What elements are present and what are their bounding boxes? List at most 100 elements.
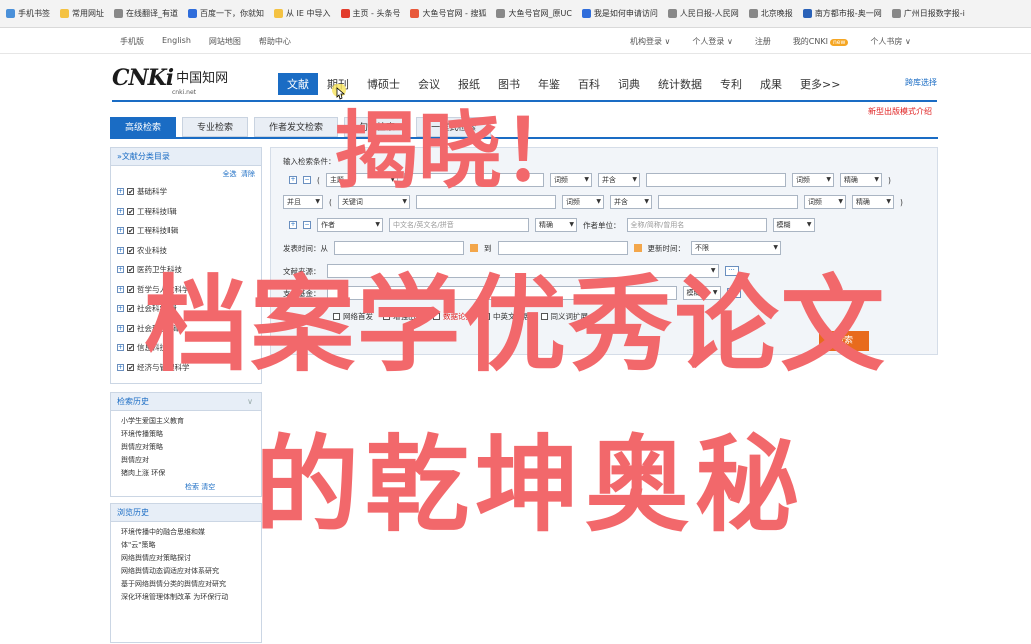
search-tab[interactable]: 专业检索 — [182, 117, 249, 137]
add-author-icon[interactable]: + — [289, 221, 297, 229]
history-actions[interactable]: 检索 清空 — [111, 480, 261, 496]
classification-item[interactable]: + ✔ 信息科技 — [111, 338, 261, 358]
org-input[interactable]: 全称/简称/曾用名 — [626, 218, 767, 232]
classification-item[interactable]: + ✔ 哲学与人文科学 — [111, 280, 261, 300]
date-from-input[interactable] — [334, 241, 464, 255]
checkbox[interactable] — [433, 312, 440, 320]
classification-item[interactable]: + ✔ 工程科技Ⅰ辑 — [111, 202, 261, 222]
op-select-1[interactable]: 并含 — [597, 173, 640, 187]
exact-select-2[interactable]: 精确 — [851, 195, 894, 209]
expand-icon[interactable]: + — [117, 363, 124, 371]
option-checkbox[interactable]: 数据论文 — [433, 311, 473, 322]
history-item[interactable]: 环境传播策略 — [111, 428, 261, 441]
search-tab[interactable]: 一框式检索 — [416, 117, 492, 137]
topnav-link[interactable]: 机构登录 ∨ — [630, 36, 670, 47]
topnav-link[interactable]: 帮助中心 — [259, 36, 291, 47]
classification-item[interactable]: + ✔ 经济与管理科学 — [111, 358, 261, 378]
checkbox[interactable]: ✔ — [127, 344, 134, 352]
author-exact-select[interactable]: 精确 — [535, 218, 577, 232]
checkbox[interactable]: ✔ — [127, 227, 134, 235]
history-item[interactable]: 小学生爱国主义教育 — [111, 415, 261, 428]
exact-select-1[interactable]: 精确 — [839, 173, 882, 187]
history-item[interactable]: 舆情应对 — [111, 454, 261, 467]
fund-input[interactable] — [326, 286, 677, 300]
option-checkbox[interactable]: 网络首发 — [333, 311, 373, 322]
expand-icon[interactable]: + — [117, 266, 124, 274]
checkbox[interactable]: ✔ — [127, 324, 134, 332]
checkbox[interactable] — [383, 312, 390, 320]
bookmark-item[interactable]: 南方都市报-奥一网 — [802, 8, 882, 19]
expand-icon[interactable]: + — [117, 207, 124, 215]
cross-database-select-link[interactable]: 跨库选择 — [905, 77, 937, 88]
bookmark-item[interactable]: 大鱼号官网 - 搜狐 — [410, 8, 486, 19]
source-input[interactable] — [326, 264, 719, 278]
category-tab[interactable]: 更多>> — [791, 73, 849, 95]
expand-icon[interactable]: + — [117, 188, 124, 196]
checkbox[interactable]: ✔ — [127, 305, 134, 313]
history-item[interactable]: 舆情应对策略 — [111, 441, 261, 454]
topnav-link[interactable]: 个人登录 ∨ — [692, 36, 732, 47]
option-checkbox[interactable]: 中英文扩展 — [483, 311, 531, 322]
checkbox[interactable]: ✔ — [127, 266, 134, 274]
search-tab[interactable]: 高级检索 — [110, 117, 177, 137]
category-tab[interactable]: 词典 — [609, 73, 649, 95]
browse-item[interactable]: 环境传播中的融合思维和媒 — [111, 526, 261, 539]
expand-icon[interactable]: + — [117, 246, 124, 254]
freq-select-1b[interactable]: 词频 — [791, 173, 834, 187]
expand-icon[interactable]: + — [117, 227, 124, 235]
fund-match-select[interactable]: 模糊 — [682, 286, 721, 300]
browse-item[interactable]: 网络舆情应对策略探讨 — [111, 552, 261, 565]
field-select-1[interactable]: 主题 — [325, 173, 398, 187]
remove-author-icon[interactable]: − — [303, 221, 311, 229]
option-checkbox[interactable]: 同义词扩展 — [540, 311, 588, 322]
bookmark-item[interactable]: 我是如何申请访问 — [581, 8, 658, 19]
field-select-2[interactable]: 关键词 — [337, 195, 410, 209]
op-select-2[interactable]: 并含 — [609, 195, 652, 209]
checkbox[interactable]: ✔ — [127, 207, 134, 215]
option-checkbox[interactable]: 增强出版 — [383, 311, 423, 322]
keyword-input-2[interactable] — [415, 195, 556, 209]
search-tab[interactable]: 句子检索 — [344, 117, 411, 137]
browse-item[interactable]: 体"云"策略 — [111, 539, 261, 552]
freq-select-2b[interactable]: 词频 — [803, 195, 846, 209]
bookmark-item[interactable]: 大鱼号官网_原UC — [496, 8, 572, 19]
expand-icon[interactable]: + — [117, 324, 124, 332]
fund-more-icon[interactable]: ··· — [726, 288, 741, 298]
checkbox[interactable] — [540, 312, 548, 320]
checkbox[interactable] — [333, 312, 340, 320]
org-fuzzy-select[interactable]: 模糊 — [772, 218, 815, 232]
checkbox[interactable]: ✔ — [127, 285, 134, 293]
expand-icon[interactable]: + — [117, 344, 124, 352]
bookmark-item[interactable]: 手机书签 — [6, 8, 50, 19]
calendar-icon[interactable] — [470, 244, 478, 252]
expand-icon[interactable]: + — [117, 285, 124, 293]
new-mode-link[interactable]: 新型出版模式介绍 — [868, 106, 932, 117]
expand-icon[interactable]: + — [117, 305, 124, 313]
checkbox[interactable] — [483, 312, 490, 320]
checkbox[interactable]: ✔ — [127, 246, 134, 254]
keyword-input-1[interactable] — [403, 173, 544, 187]
remove-row-icon[interactable]: − — [303, 176, 311, 184]
topnav-link[interactable]: 个人书房 ∨ — [870, 36, 910, 47]
category-tab[interactable]: 年鉴 — [529, 73, 569, 95]
category-tab[interactable]: 博硕士 — [358, 73, 409, 95]
checkbox[interactable]: ✔ — [127, 363, 134, 371]
classification-item[interactable]: + ✔ 农业科技 — [111, 241, 261, 261]
select-all-link[interactable]: 全选 — [223, 170, 237, 178]
category-tab[interactable]: 会议 — [409, 73, 449, 95]
classification-item[interactable]: + ✔ 社会科学Ⅱ辑 — [111, 319, 261, 339]
category-tab[interactable]: 图书 — [489, 73, 529, 95]
browse-item[interactable]: 网络舆情动态调适应对体系研究 — [111, 565, 261, 578]
freq-select-1[interactable]: 词频 — [549, 173, 592, 187]
browse-item[interactable]: 深化环境管理体制改革 为环保行动 — [111, 591, 261, 604]
bookmark-item[interactable]: 主页 - 头条号 — [340, 8, 400, 19]
topnav-link[interactable]: 手机版 — [120, 36, 144, 47]
add-row-icon[interactable]: + — [289, 176, 297, 184]
classification-item[interactable]: + ✔ 基础科学 — [111, 182, 261, 202]
category-tab[interactable]: 百科 — [569, 73, 609, 95]
logic-select-2[interactable]: 并且 — [283, 195, 323, 209]
bookmark-item[interactable]: 北京晚报 — [748, 8, 793, 19]
clear-link[interactable]: 清除 — [241, 170, 255, 178]
date-to-input[interactable] — [497, 241, 628, 255]
search-button[interactable]: 检索 — [819, 331, 869, 351]
